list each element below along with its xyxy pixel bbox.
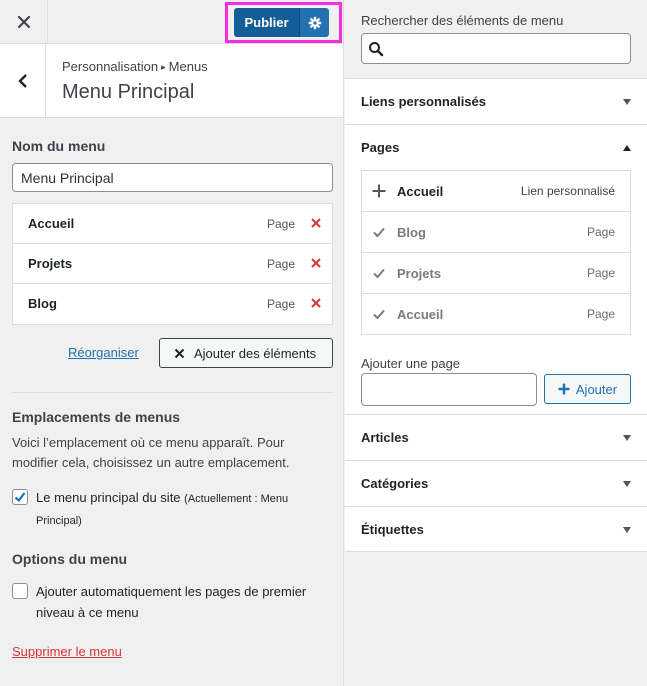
publish-settings-button[interactable] xyxy=(299,8,329,37)
add-items-button[interactable]: Ajouter des éléments xyxy=(159,338,333,368)
publish-button-group: Publier xyxy=(234,8,329,37)
breadcrumb-current: Menus xyxy=(168,59,208,74)
available-menu-items-panel: Rechercher des éléments de menu Liens pe… xyxy=(345,0,647,686)
caret-down-icon xyxy=(623,99,631,105)
reorder-link[interactable]: Réorganiser xyxy=(68,345,139,360)
primary-location-label: Le menu principal du site (Actuellement … xyxy=(36,490,289,505)
page-item-title: Accueil xyxy=(397,184,444,199)
gear-icon xyxy=(308,16,321,29)
accordion-title: Étiquettes xyxy=(361,522,424,537)
page-item-type: Lien personnalisé xyxy=(520,184,615,198)
page-item-title: Blog xyxy=(397,225,426,240)
page-item-type: Page xyxy=(586,307,615,321)
search-icon xyxy=(369,42,384,57)
primary-location-checkbox[interactable] xyxy=(12,489,28,505)
page-title: Menu Principal xyxy=(62,81,195,103)
page-item-type: Page xyxy=(586,266,615,280)
page-item-type: Page xyxy=(586,225,615,239)
remove-icon[interactable] xyxy=(310,297,322,309)
accordion-custom-links[interactable]: Liens personnalisés xyxy=(345,78,647,124)
page-item-title: Projets xyxy=(397,266,442,281)
menu-name-input[interactable] xyxy=(12,163,333,192)
search-label: Rechercher des éléments de menu xyxy=(361,13,564,28)
section-header: Personnalisation ▸ Menus Menu Principal xyxy=(0,44,343,118)
accordion-title: Pages xyxy=(361,140,400,155)
search-box xyxy=(361,33,631,64)
accordion-title: Catégories xyxy=(361,476,429,491)
menu-locations-desc-line1: Voici l’emplacement où ce menu apparaît.… xyxy=(12,435,285,450)
delete-menu-link[interactable]: Supprimer le menu xyxy=(12,644,122,659)
breadcrumb-parent: Personnalisation xyxy=(62,59,159,74)
menu-locations-heading: Emplacements de menus xyxy=(12,409,181,425)
checkmark-icon xyxy=(373,309,385,320)
current-location-note-cont: Principal) xyxy=(36,515,82,527)
accordion-pages[interactable]: Pages xyxy=(345,124,647,170)
add-page-input[interactable] xyxy=(361,373,537,406)
checkmark-icon xyxy=(373,227,385,238)
menu-item-type: Page xyxy=(266,297,295,311)
close-customizer-button[interactable] xyxy=(0,0,48,44)
accordion-title: Liens personnalisés xyxy=(361,94,486,109)
add-page-button-label: Ajouter xyxy=(575,381,618,397)
accordion-title: Articles xyxy=(361,430,409,445)
menu-items-list: Accueil Page Projets Page Blog Page xyxy=(12,203,333,325)
menu-item-title: Projets xyxy=(28,256,73,271)
menu-name-label: Nom du menu xyxy=(12,138,106,154)
auto-add-pages-checkbox[interactable] xyxy=(12,583,28,599)
accordion-tags[interactable]: Étiquettes xyxy=(345,506,647,552)
current-location-note: (Actuellement : Menu xyxy=(184,493,289,505)
plus-icon xyxy=(372,184,386,198)
close-icon xyxy=(17,15,30,29)
remove-icon[interactable] xyxy=(310,217,322,229)
caret-down-icon xyxy=(623,435,631,441)
divider xyxy=(12,392,333,393)
remove-icon[interactable] xyxy=(310,257,322,269)
caret-up-icon xyxy=(623,145,631,151)
list-item[interactable]: Accueil Page xyxy=(362,294,630,335)
plus-icon xyxy=(558,383,570,395)
menu-item-type: Page xyxy=(266,257,295,271)
auto-add-pages-label-line2: niveau à ce menu xyxy=(36,605,139,620)
customizer-sidebar: Publier Personnalisation ▸ Menus Menu Pr… xyxy=(0,0,344,686)
pages-accordion-content: Accueil Lien personnalisé Blog Page Proj… xyxy=(345,170,647,414)
menu-item-title: Accueil xyxy=(28,216,75,231)
pages-list: Accueil Lien personnalisé Blog Page Proj… xyxy=(361,170,631,335)
customizer-header: Publier xyxy=(0,0,343,44)
list-item[interactable]: Accueil Lien personnalisé xyxy=(362,171,630,212)
accordion-articles[interactable]: Articles xyxy=(345,414,647,460)
add-items-label: Ajouter des éléments xyxy=(194,345,317,361)
menu-item[interactable]: Accueil Page xyxy=(13,204,332,244)
breadcrumb: Personnalisation ▸ Menus xyxy=(62,59,208,74)
menu-item[interactable]: Projets Page xyxy=(13,244,332,284)
menu-item[interactable]: Blog Page xyxy=(13,284,332,324)
chevron-left-icon xyxy=(17,73,27,88)
list-item[interactable]: Projets Page xyxy=(362,253,630,294)
menu-locations-desc-line2: modifier cela, choisissez un autre empla… xyxy=(12,455,290,470)
publish-button[interactable]: Publier xyxy=(234,8,299,37)
caret-down-icon xyxy=(623,481,631,487)
breadcrumb-separator-icon: ▸ xyxy=(161,62,166,72)
page-item-title: Accueil xyxy=(397,307,444,322)
menu-options-heading: Options du menu xyxy=(12,551,128,567)
caret-down-icon xyxy=(623,527,631,533)
list-item[interactable]: Blog Page xyxy=(362,212,630,253)
menu-item-type: Page xyxy=(266,217,295,231)
menu-item-title: Blog xyxy=(28,296,57,311)
add-page-label: Ajouter une page xyxy=(361,356,461,371)
checkmark-icon xyxy=(14,492,26,503)
search-input[interactable] xyxy=(390,37,626,60)
accordion-categories[interactable]: Catégories xyxy=(345,460,647,506)
close-icon xyxy=(174,348,185,358)
auto-add-pages-label-line1: Ajouter automatiquement les pages de pre… xyxy=(36,584,307,599)
checkmark-icon xyxy=(373,268,385,279)
add-page-button[interactable]: Ajouter xyxy=(544,374,631,404)
back-button[interactable] xyxy=(0,44,46,117)
